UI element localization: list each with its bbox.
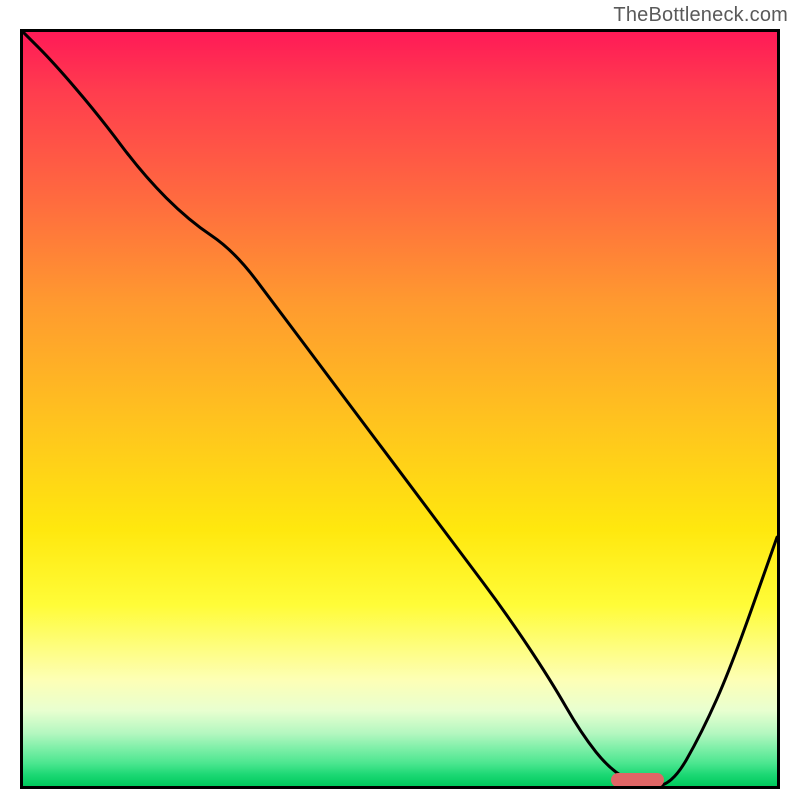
curve-layer — [23, 32, 777, 786]
chart-container: TheBottleneck.com — [0, 0, 800, 800]
plot-area — [20, 29, 780, 789]
optimal-range-marker — [611, 773, 664, 787]
watermark-text: TheBottleneck.com — [613, 4, 788, 27]
bottleneck-curve — [23, 32, 777, 786]
